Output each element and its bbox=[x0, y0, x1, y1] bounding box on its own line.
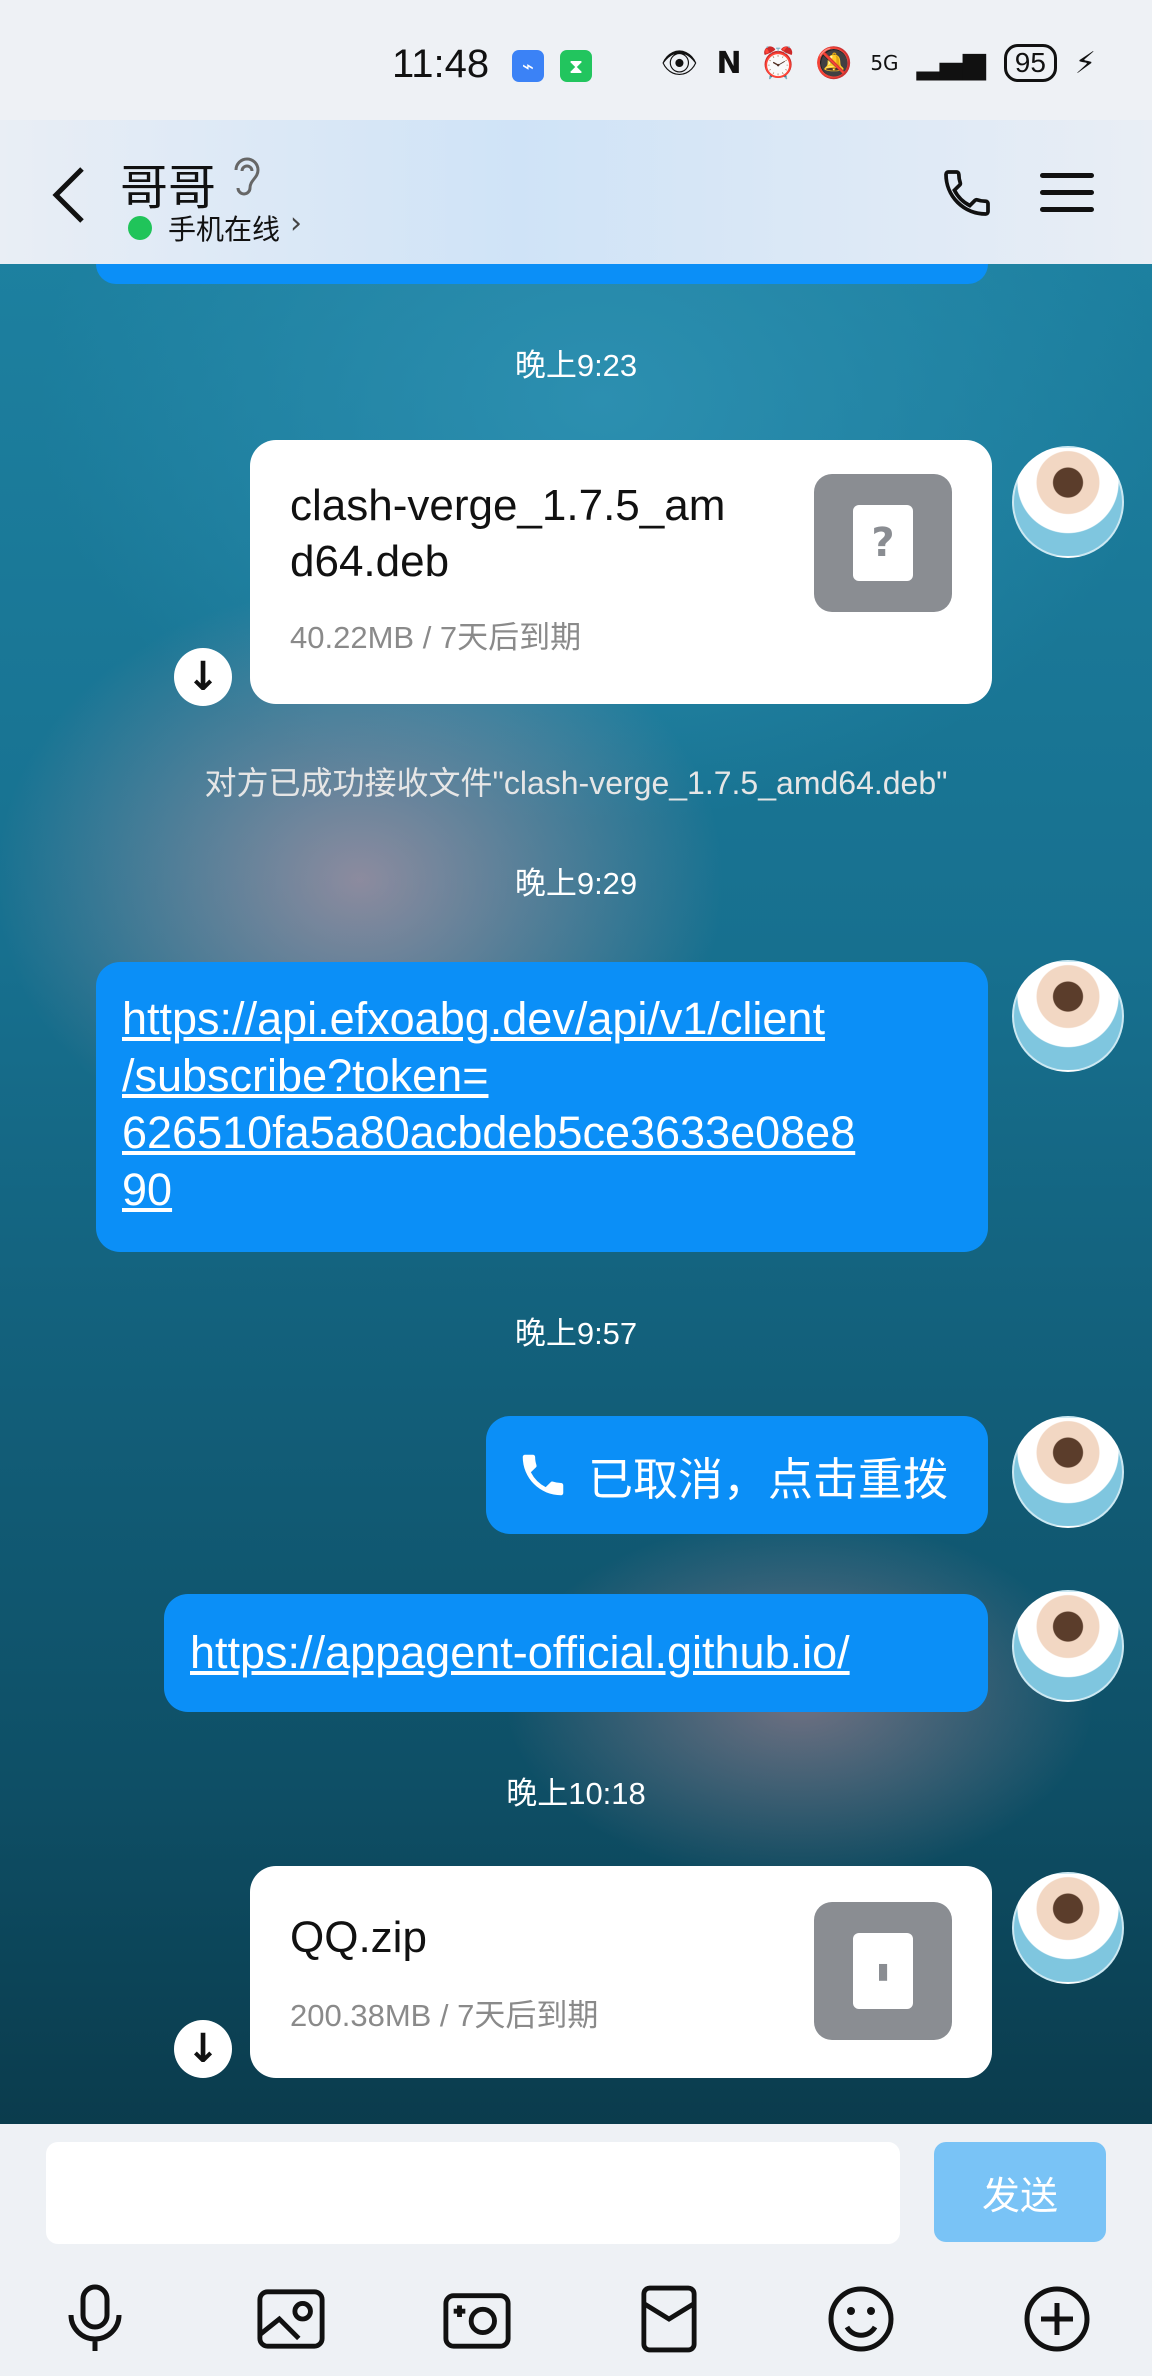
gallery-button[interactable] bbox=[246, 2274, 336, 2364]
timestamp: 晚上9:57 bbox=[514, 1316, 638, 1351]
hourglass-icon: ⧗ bbox=[560, 50, 592, 82]
file-meta: 40.22MB / 7天后到期 bbox=[290, 620, 582, 655]
chat-header: 哥哥 手机在线 › bbox=[0, 120, 1152, 264]
online-indicator bbox=[128, 216, 152, 240]
file-name: QQ.zip bbox=[290, 1913, 427, 1962]
avatar[interactable] bbox=[1012, 1416, 1124, 1528]
status-bar: 11:48 ⌁ ⧗ 👁 N ⏰ 🔕 5G ▂▄▆ 95 ⚡ bbox=[0, 0, 1152, 120]
download-button[interactable]: ↓ bbox=[174, 2020, 232, 2078]
image-icon bbox=[257, 2289, 325, 2349]
ear-icon bbox=[230, 154, 264, 208]
voice-button[interactable] bbox=[50, 2274, 140, 2364]
voice-call-button[interactable] bbox=[932, 158, 1002, 228]
timestamp: 晚上10:18 bbox=[506, 1776, 646, 1811]
camera-icon bbox=[443, 2293, 511, 2349]
phone-icon bbox=[944, 170, 990, 216]
network-label: 5G bbox=[870, 51, 899, 75]
file-message-card[interactable]: QQ.zip 200.38MB / 7天后到期 ▮ bbox=[250, 1866, 992, 2078]
menu-button[interactable] bbox=[1040, 160, 1104, 224]
send-button[interactable]: 发送 bbox=[934, 2142, 1106, 2242]
zip-file-icon: ▮ bbox=[814, 1902, 952, 2040]
link-message-bubble[interactable]: https://appagent-official.github.io/ bbox=[164, 1594, 988, 1712]
status-icons: 👁 N ⏰ 🔕 5G ▂▄▆ 95 ⚡ bbox=[660, 44, 1096, 82]
mute-icon: 🔕 bbox=[814, 45, 853, 81]
download-arrow-icon: ↓ bbox=[186, 2026, 220, 2072]
signal-icon: ▂▄▆ bbox=[916, 45, 986, 81]
menu-icon bbox=[1040, 172, 1094, 178]
battery-level: 95 bbox=[1014, 47, 1046, 78]
message-list[interactable]: 晚上9:23 clash-verge_1.7.5_am d64.deb 40.2… bbox=[0, 264, 1152, 2124]
more-button[interactable] bbox=[1012, 2274, 1102, 2364]
online-status[interactable]: 手机在线 bbox=[168, 208, 280, 248]
unknown-file-icon: ? bbox=[814, 474, 952, 612]
timestamp: 晚上9:23 bbox=[514, 348, 638, 383]
file-message-card[interactable]: clash-verge_1.7.5_am d64.deb 40.22MB / 7… bbox=[250, 440, 992, 704]
emoji-icon bbox=[828, 2286, 894, 2352]
eye-icon: 👁 bbox=[660, 45, 699, 81]
avatar[interactable] bbox=[1012, 960, 1124, 1072]
charging-icon: ⚡ bbox=[1074, 45, 1096, 81]
phone-icon bbox=[522, 1454, 564, 1496]
file-received-notice: 对方已成功接收文件"clash-verge_1.7.5_amd64.deb" bbox=[204, 765, 948, 801]
file-name-line: d64.deb bbox=[290, 537, 450, 586]
battery-icon: 95 bbox=[1003, 44, 1057, 82]
link-message-bubble[interactable]: https://api.efxoabg.dev/api/v1/client /s… bbox=[96, 962, 988, 1252]
file-name-line: clash-verge_1.7.5_am bbox=[290, 481, 726, 530]
usb-icon: ⌁ bbox=[512, 50, 544, 82]
back-arrow-icon bbox=[52, 167, 84, 223]
input-bar: 发送 bbox=[0, 2124, 1152, 2376]
avatar[interactable] bbox=[1012, 446, 1124, 558]
link-line: /subscribe?token= bbox=[122, 1050, 489, 1101]
alarm-icon: ⏰ bbox=[759, 45, 797, 81]
download-button[interactable]: ↓ bbox=[174, 648, 232, 706]
download-arrow-icon: ↓ bbox=[186, 654, 220, 700]
call-cancelled-bubble[interactable]: 已取消，点击重拨 bbox=[486, 1416, 988, 1534]
red-packet-icon bbox=[641, 2285, 697, 2353]
nfc-icon: N bbox=[716, 45, 742, 81]
avatar[interactable] bbox=[1012, 1590, 1124, 1702]
avatar[interactable] bbox=[1012, 1872, 1124, 1984]
link-line: 90 bbox=[122, 1164, 173, 1215]
file-meta: 200.38MB / 7天后到期 bbox=[290, 1998, 599, 2033]
status-time: 11:48 bbox=[392, 42, 490, 86]
camera-button[interactable] bbox=[432, 2274, 522, 2364]
emoji-button[interactable] bbox=[816, 2274, 906, 2364]
plus-icon bbox=[1024, 2286, 1090, 2352]
partial-message-bubble[interactable] bbox=[96, 264, 988, 284]
file-name: clash-verge_1.7.5_am d64.deb bbox=[290, 478, 725, 590]
chevron-right-icon: › bbox=[290, 206, 302, 241]
call-status-text: 已取消，点击重拨 bbox=[588, 1452, 949, 1506]
message-input[interactable] bbox=[46, 2142, 900, 2244]
red-packet-button[interactable] bbox=[624, 2274, 714, 2364]
microphone-icon bbox=[68, 2284, 122, 2351]
subscribe-link[interactable]: https://api.efxoabg.dev/api/v1/client /s… bbox=[122, 990, 962, 1218]
timestamp: 晚上9:29 bbox=[514, 866, 638, 901]
back-button[interactable] bbox=[40, 160, 96, 230]
appagent-link[interactable]: https://appagent-official.github.io/ bbox=[190, 1624, 962, 1681]
link-line: https://api.efxoabg.dev/api/v1/client bbox=[122, 993, 825, 1044]
link-line: 626510fa5a80acbdeb5ce3633e08e8 bbox=[122, 1107, 856, 1158]
